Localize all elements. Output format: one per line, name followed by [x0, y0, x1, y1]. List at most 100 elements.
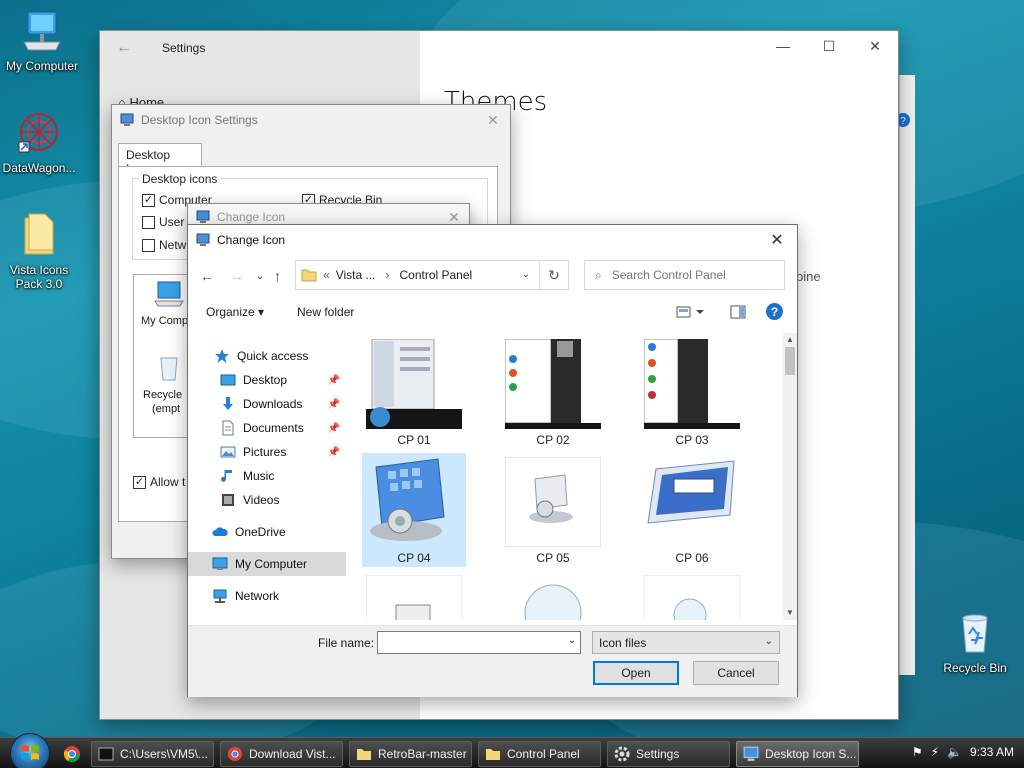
change-icon-dialog[interactable]: Change Icon ✕ ← → ⌄ ↑ « Vista ... › Cont…: [187, 224, 798, 697]
datawagon-icon: [18, 113, 58, 153]
nav-music[interactable]: Music: [188, 464, 346, 488]
pin-icon[interactable]: 📌: [328, 423, 340, 434]
cp04-thumbnail-icon: [370, 458, 445, 541]
start-button[interactable]: [10, 733, 50, 768]
desktop-icon-my-computer[interactable]: My Computer: [0, 10, 84, 73]
document-icon: [222, 420, 234, 436]
computer-icon: [212, 557, 228, 570]
dialog-footer: File name: ⌄ Icon files ⌄ Open Cancel: [188, 625, 797, 697]
chevron-down-icon: ⌄: [764, 636, 773, 647]
breadcrumb-control-panel[interactable]: Control Panel: [399, 268, 472, 282]
recycle-bin-icon: [160, 357, 178, 381]
nav-network[interactable]: Network: [188, 584, 346, 608]
nav-pictures[interactable]: Pictures 📌: [188, 440, 346, 464]
icon-preview-list[interactable]: My Comp Recycle (empt: [133, 274, 193, 438]
file-item-cp01[interactable]: CP 01: [362, 335, 466, 449]
chrome-icon[interactable]: [63, 745, 81, 763]
checkbox-network[interactable]: Netw: [142, 238, 186, 252]
nav-quick-access[interactable]: Quick access: [188, 344, 346, 368]
back-arrow-icon[interactable]: ←: [200, 268, 214, 284]
nav-videos[interactable]: Videos: [188, 488, 346, 512]
organize-button[interactable]: Organize ▾: [206, 305, 264, 319]
taskbar-button-cmd[interactable]: C:\Users\VM5\...: [91, 741, 214, 767]
file-item-cp06[interactable]: CP 06: [640, 453, 744, 567]
close-icon[interactable]: ✕: [476, 105, 510, 135]
cancel-button[interactable]: Cancel: [693, 661, 779, 685]
folder-icon: [301, 269, 317, 282]
checkbox-allow-themes[interactable]: ✓ Allow t: [133, 475, 185, 489]
pin-icon[interactable]: 📌: [328, 375, 340, 386]
system-tray: ⚑ ⚡ 🔈 9:33 AM: [904, 745, 1014, 759]
refresh-icon[interactable]: ↻: [539, 260, 569, 290]
preview-pane-icon[interactable]: [730, 305, 746, 319]
recent-chevron-icon[interactable]: ⌄: [256, 271, 264, 282]
new-folder-button[interactable]: New folder: [297, 305, 354, 319]
dis-titlebar: Desktop Icon Settings: [112, 105, 510, 135]
file-item-cp08[interactable]: [501, 571, 605, 620]
pin-icon[interactable]: 📌: [328, 447, 340, 458]
gear-icon: [614, 746, 630, 762]
windows-logo-icon: [21, 745, 39, 760]
scroll-down-icon[interactable]: ▼: [783, 606, 797, 620]
network-tray-icon[interactable]: ⚡: [931, 745, 939, 759]
nav-my-computer[interactable]: My Computer: [188, 552, 346, 576]
partial-text: bine: [796, 269, 821, 284]
computer-icon: [154, 281, 184, 307]
tab-desktop-icons[interactable]: Desktop Icons: [118, 143, 202, 176]
checkbox-user[interactable]: User: [142, 215, 184, 229]
desktop-folder-icon: [220, 374, 236, 386]
desktop-icon-vista-icons-pack[interactable]: Vista Icons Pack 3.0: [0, 212, 81, 291]
file-item-cp02[interactable]: CP 02: [501, 335, 605, 449]
navigation-bar: ← → ⌄ ↑ « Vista ... › Control Panel ⌄ ↻ …: [188, 259, 797, 293]
scrollbar-thumb[interactable]: [785, 347, 795, 375]
open-button[interactable]: Open: [593, 661, 679, 685]
address-bar[interactable]: « Vista ... › Control Panel ⌄: [295, 260, 567, 290]
up-arrow-icon[interactable]: ↑: [274, 268, 281, 284]
taskbar-button-download[interactable]: Download Vist...: [220, 741, 343, 767]
file-item-cp04[interactable]: CP 04: [362, 453, 466, 567]
music-icon: [221, 470, 232, 482]
clock[interactable]: 9:33 AM: [970, 745, 1014, 759]
nav-desktop[interactable]: Desktop 📌: [188, 368, 346, 392]
taskbar-button-desktop-icon-settings[interactable]: Desktop Icon S...: [736, 741, 859, 767]
pin-icon[interactable]: 📌: [328, 399, 340, 410]
forward-arrow-icon[interactable]: →: [230, 268, 244, 284]
svg-text:?: ?: [900, 116, 906, 127]
desktop-icon-recycle-bin[interactable]: Recycle Bin: [933, 612, 1017, 675]
desktop-icon-datawagon[interactable]: DataWagon...: [0, 110, 81, 175]
minimize-icon[interactable]: —: [760, 31, 806, 61]
recycle-bin-icon: [962, 614, 988, 653]
taskbar-button-retrobar[interactable]: RetroBar-master: [349, 741, 472, 767]
volume-icon[interactable]: 🔈: [947, 745, 962, 759]
file-name-input[interactable]: ⌄: [377, 631, 581, 654]
close-icon[interactable]: ✕: [763, 229, 791, 251]
chevron-down-icon[interactable]: ⌄: [568, 635, 576, 646]
taskbar-button-settings[interactable]: Settings: [607, 741, 730, 767]
file-type-select[interactable]: Icon files ⌄: [592, 631, 780, 654]
command-bar: Organize ▾ New folder ?: [188, 299, 797, 325]
monitor-icon: [196, 233, 210, 246]
view-options-icon[interactable]: [676, 306, 704, 318]
svg-text:?: ?: [771, 305, 778, 319]
file-item-cp09[interactable]: [640, 571, 744, 620]
nav-onedrive[interactable]: OneDrive: [188, 520, 346, 544]
flag-icon[interactable]: ⚑: [912, 745, 923, 759]
background-window-edge: ?: [896, 75, 915, 675]
file-item-cp07[interactable]: [362, 571, 466, 620]
back-arrow-icon[interactable]: ←: [116, 39, 132, 57]
cp08-thumbnail-icon: [524, 584, 582, 620]
maximize-icon[interactable]: ☐: [806, 31, 852, 61]
scroll-up-icon[interactable]: ▲: [783, 333, 797, 347]
taskbar-button-control-panel[interactable]: Control Panel: [478, 741, 601, 767]
breadcrumb-vista[interactable]: Vista ...: [336, 268, 376, 282]
file-item-cp03[interactable]: CP 03: [640, 335, 744, 449]
nav-downloads[interactable]: Downloads 📌: [188, 392, 346, 416]
monitor-icon: [120, 113, 134, 126]
search-input[interactable]: ⌕ Search Control Panel: [584, 260, 785, 290]
chevron-down-icon[interactable]: ⌄: [522, 269, 530, 280]
nav-documents[interactable]: Documents 📌: [188, 416, 346, 440]
vertical-scrollbar[interactable]: ▲ ▼: [783, 333, 797, 620]
close-icon[interactable]: ✕: [852, 31, 898, 61]
help-icon[interactable]: ?: [766, 303, 783, 320]
file-item-cp05[interactable]: CP 05: [501, 453, 605, 567]
